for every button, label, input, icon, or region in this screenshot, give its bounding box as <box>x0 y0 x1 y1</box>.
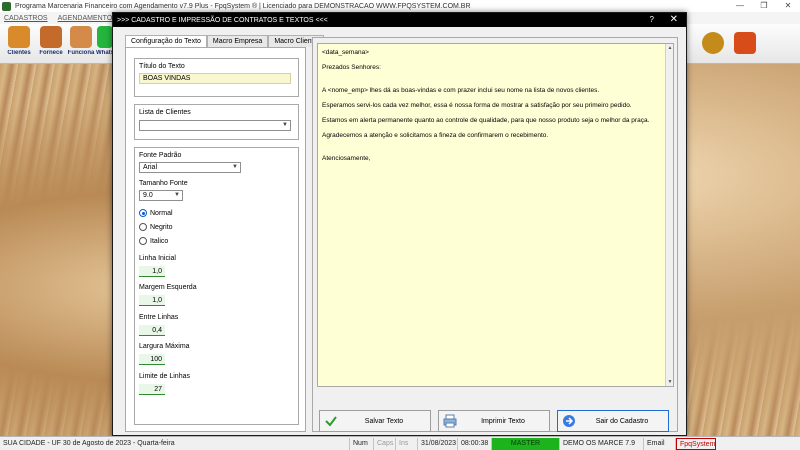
menu-agendamento[interactable]: AGENDAMENTO <box>58 15 113 22</box>
close-icon[interactable]: ✕ <box>776 0 800 12</box>
editor-line: <data_semana> <box>322 49 369 56</box>
help-icon[interactable]: ? <box>650 15 654 24</box>
statusbar: SUA CIDADE - UF 30 de Agosto de 2023 - Q… <box>0 436 800 450</box>
left-margin-input[interactable]: 1,0 <box>139 295 165 306</box>
editor-line: Agradecemos a atenção e solicitamos a fi… <box>322 132 549 139</box>
toolbar-suppliers-label: Fornece <box>39 50 63 56</box>
save-button[interactable]: Salvar Texto <box>319 410 431 432</box>
chevron-down-icon: ▼ <box>174 192 180 198</box>
minimize-icon[interactable]: — <box>728 0 752 12</box>
title-input[interactable]: BOAS VINDAS <box>139 73 291 84</box>
save-button-label: Salvar Texto <box>364 417 404 425</box>
exit-icon <box>734 32 756 54</box>
toolbar-employees-button[interactable]: Funciona <box>66 26 96 62</box>
whatsapp-icon <box>97 26 113 48</box>
dialog-titlebar: >>> CADASTRO E IMPRESSÃO DE CONTRATOS E … <box>113 13 686 27</box>
font-label: Fonte Padrão <box>139 152 182 159</box>
clients-select[interactable]: ▼ <box>139 120 291 131</box>
size-label: Tamanho Fonte <box>139 180 188 187</box>
printer-icon <box>443 414 457 428</box>
toolbar-clients-label: Clientes <box>7 50 31 56</box>
size-select[interactable]: 9.0 ▼ <box>139 190 183 201</box>
text-editor[interactable]: <data_semana> Prezados Senhores: A <nome… <box>317 43 674 387</box>
max-width-input[interactable]: 100 <box>139 354 165 365</box>
dialog-close-icon[interactable]: ✕ <box>670 14 678 25</box>
radio-bold-dot <box>139 223 147 231</box>
maximize-icon[interactable]: ❐ <box>752 0 776 12</box>
money-icon <box>702 32 724 54</box>
dialog-title: >>> CADASTRO E IMPRESSÃO DE CONTRATOS E … <box>117 16 328 24</box>
clients-group: Lista de Clientes ▼ <box>134 104 299 140</box>
exit-form-button-label: Sair do Cadastro <box>595 417 649 425</box>
status-master: MASTER <box>492 437 560 450</box>
font-select[interactable]: Arial ▼ <box>139 162 241 173</box>
toolbar-suppliers-button[interactable]: Fornece <box>36 26 66 62</box>
app-title: Programa Marcenaria Financeiro com Agend… <box>15 2 471 10</box>
exit-arrow-icon <box>563 415 575 427</box>
font-select-value: Arial <box>143 164 158 171</box>
tab-strip: Configuração do Texto Macro Empresa Macr… <box>125 35 324 48</box>
max-width-label: Largura Máxima <box>139 343 190 350</box>
radio-italic[interactable]: Italico <box>139 237 168 245</box>
app-logo-icon <box>2 1 11 11</box>
app-titlebar: Programa Marcenaria Financeiro com Agend… <box>0 0 800 12</box>
toolbar-employees-label: Funciona <box>67 50 95 56</box>
radio-italic-label: Italico <box>150 237 169 245</box>
editor-line: Prezados Senhores: <box>322 64 381 71</box>
line-spacing-input[interactable]: 0,4 <box>139 325 165 336</box>
chevron-down-icon: ▼ <box>282 122 288 128</box>
radio-normal-label: Normal <box>150 209 173 217</box>
font-group: Fonte Padrão Arial ▼ Tamanho Fonte 9.0 ▼… <box>134 147 299 425</box>
status-caps: Caps <box>374 437 396 450</box>
exit-form-button[interactable]: Sair do Cadastro <box>557 410 669 432</box>
title-label: Título do Texto <box>139 63 185 70</box>
radio-normal-dot <box>139 209 147 217</box>
editor-line: Atenciosamente, <box>322 155 371 162</box>
editor-line: Esperamos servi-los cada vez melhor, ess… <box>322 102 632 109</box>
print-button-label: Imprimir Texto <box>481 417 525 425</box>
window-controls: — ❐ ✕ <box>728 0 800 12</box>
employees-icon <box>70 26 92 48</box>
radio-italic-dot <box>139 237 147 245</box>
radio-bold[interactable]: Negrito <box>139 223 173 231</box>
radio-bold-label: Negrito <box>150 223 173 231</box>
toolbar-clients-button[interactable]: Clientes <box>4 26 34 62</box>
status-time: 08:00:38 <box>458 437 492 450</box>
scroll-up-icon[interactable]: ▲ <box>666 44 673 52</box>
line-limit-label: Limite de Linhas <box>139 373 190 380</box>
status-brand[interactable]: FpqSystem <box>676 437 716 450</box>
status-ins: Ins <box>396 437 418 450</box>
clients-icon <box>8 26 30 48</box>
scroll-down-icon[interactable]: ▼ <box>666 378 673 386</box>
line-start-input[interactable]: 1,0 <box>139 266 165 277</box>
editor-scrollbar[interactable]: ▲ ▼ <box>665 44 673 386</box>
editor-panel: <data_semana> Prezados Senhores: A <nome… <box>312 37 678 432</box>
suppliers-icon <box>40 26 62 48</box>
print-button[interactable]: Imprimir Texto <box>438 410 550 432</box>
radio-normal[interactable]: Normal <box>139 209 173 217</box>
menu-cadastros[interactable]: CADASTROS <box>4 15 48 22</box>
line-start-label: Linha Inicial <box>139 255 176 262</box>
line-limit-input[interactable]: 27 <box>139 384 165 395</box>
toolbar-money-button[interactable] <box>698 26 728 62</box>
checkmark-icon <box>325 416 337 427</box>
status-email[interactable]: Email <box>644 437 676 450</box>
chevron-down-icon: ▼ <box>232 164 238 170</box>
editor-line: Estamos em alerta permanente quanto ao c… <box>322 117 650 124</box>
line-spacing-label: Entre Linhas <box>139 314 179 321</box>
toolbar-exit-button[interactable] <box>730 26 760 62</box>
contracts-dialog: >>> CADASTRO E IMPRESSÃO DE CONTRATOS E … <box>112 12 687 436</box>
left-margin-label: Margem Esquerda <box>139 284 197 291</box>
status-demo: DEMO OS MARCE 7.9 <box>560 437 644 450</box>
clients-label: Lista de Clientes <box>139 109 191 116</box>
editor-line: A <nome_emp> lhes dá as boas-vindas e co… <box>322 87 600 94</box>
config-panel: Título do Texto BOAS VINDAS Lista de Cli… <box>125 47 306 432</box>
status-city-date: SUA CIDADE - UF 30 de Agosto de 2023 - Q… <box>0 437 350 450</box>
status-date: 31/08/2023 <box>418 437 458 450</box>
size-select-value: 9.0 <box>143 192 153 199</box>
title-group: Título do Texto BOAS VINDAS <box>134 58 299 97</box>
status-num: Num <box>350 437 374 450</box>
tab-company-macro[interactable]: Macro Empresa <box>206 35 269 47</box>
